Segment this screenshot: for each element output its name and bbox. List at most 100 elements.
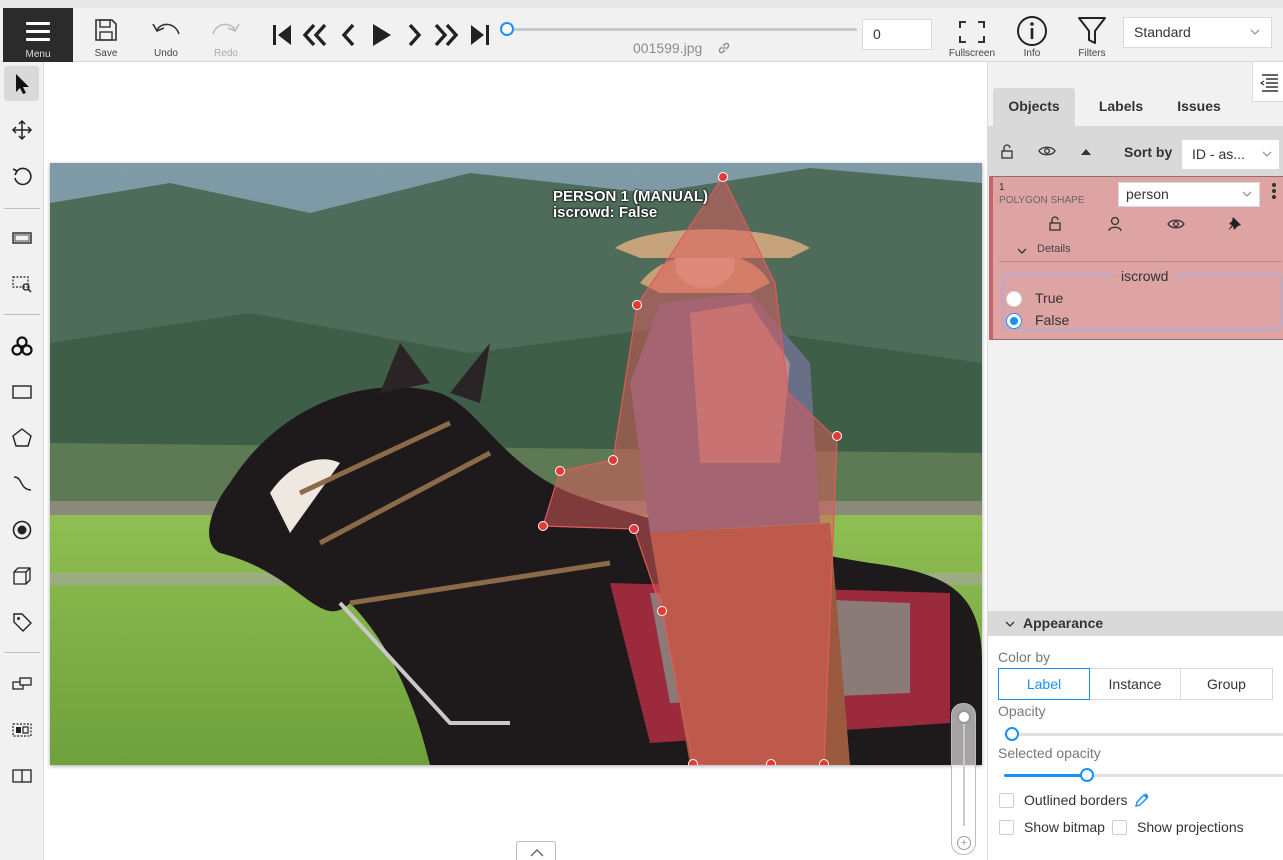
previous-step-icon[interactable] [302,22,328,48]
controls-sidebar [0,62,44,860]
workspace-value: Standard [1134,24,1191,40]
save-button[interactable]: Save [88,8,124,62]
bottom-panel-toggle[interactable] [516,841,556,860]
fit-image-icon [11,231,32,244]
last-frame-icon[interactable] [467,22,493,48]
user-icon[interactable] [1108,216,1122,232]
redo-label: Redo [214,48,238,59]
sort-by-select[interactable]: ID - as... [1181,139,1280,170]
rotate-tool[interactable] [4,159,39,194]
undo-button[interactable]: Undo [148,8,184,62]
details-toggle[interactable]: Details [1037,243,1071,255]
group-tool[interactable] [4,712,39,747]
menu-label: Menu [25,49,51,60]
zoom-slider[interactable]: + [951,703,976,855]
zoom-handle[interactable] [957,710,971,724]
chevron-down-icon [1005,621,1015,627]
tab-issues[interactable]: Issues [1163,88,1235,126]
frame-slider[interactable] [507,28,857,31]
select-region-tool[interactable] [4,266,39,301]
color-by-instance-button[interactable]: Instance [1089,668,1181,700]
lock-icon[interactable] [1048,216,1062,232]
menu-button[interactable]: Menu [3,8,73,62]
polyline-tool[interactable] [4,466,39,501]
zoom-in-icon[interactable]: + [957,836,971,850]
selected-opacity-fill [1004,774,1088,777]
save-icon [95,19,117,41]
show-bitmap-box[interactable] [999,820,1014,835]
split-tool[interactable] [4,758,39,793]
rectangle-tool[interactable] [4,374,39,409]
workspace-select[interactable]: Standard [1123,17,1272,48]
redo-button[interactable]: Redo [208,8,244,62]
filters-label: Filters [1078,48,1106,59]
polygon-tool[interactable] [4,420,39,455]
opencv-tool[interactable] [4,328,39,363]
move-tool[interactable] [4,112,39,147]
filters-button[interactable]: Filters [1073,8,1111,62]
eye-icon[interactable] [1038,144,1056,158]
chevron-up-icon [530,849,544,857]
cuboid-tool[interactable] [4,558,39,593]
chevron-down-icon[interactable] [1016,246,1028,256]
play-icon[interactable] [368,22,394,48]
color-by-group-button[interactable]: Group [1180,668,1273,700]
object-label-select[interactable]: person [1118,182,1260,207]
cursor-tool[interactable] [4,66,39,101]
color-by-label-button[interactable]: Label [998,668,1090,700]
link-icon[interactable] [717,41,731,55]
selected-opacity-slider-handle[interactable] [1080,768,1094,782]
info-button[interactable]: Info [1015,8,1049,62]
annotation-canvas[interactable]: PERSON 1 (MANUAL) iscrowd: False + [44,62,987,860]
color-picker-icon[interactable] [1134,792,1150,808]
radio-true[interactable] [1006,291,1022,307]
color-by-label: Color by [998,649,1051,665]
radio-false[interactable] [1006,313,1022,329]
points-tool[interactable] [4,512,39,547]
sort-by-value: ID - as... [1192,146,1245,162]
chevron-down-icon [1262,151,1272,157]
fullscreen-button[interactable]: Fullscreen [947,8,997,62]
redo-icon [212,23,240,35]
details-divider [999,261,1282,262]
shape-text-label: PERSON 1 (MANUAL) iscrowd: False [553,189,708,221]
tag-tool[interactable] [4,604,39,639]
collapse-sidebar-icon [1259,74,1278,92]
caret-up-icon[interactable] [1080,147,1092,157]
tab-objects[interactable]: Objects [993,88,1075,126]
rotate-icon [12,167,32,185]
next-step-icon[interactable] [433,22,459,48]
outlined-borders-box[interactable] [999,793,1014,808]
eye-icon[interactable] [1167,217,1185,231]
frame-image [50,163,982,765]
object-label-value: person [1126,186,1169,202]
opacity-slider[interactable] [1004,733,1283,736]
show-projections-box[interactable] [1112,820,1127,835]
top-strip [0,0,1283,8]
more-options-icon[interactable] [1269,181,1279,205]
merge-icon [11,676,32,690]
opacity-slider-handle[interactable] [1005,727,1019,741]
first-frame-icon[interactable] [269,22,295,48]
pin-icon[interactable] [1228,216,1242,232]
info-icon [1017,16,1047,46]
polyline-icon [13,475,31,491]
lock-all-icon[interactable] [1000,144,1014,160]
fit-image-tool[interactable] [4,220,39,255]
frame-slider-handle[interactable] [500,22,514,36]
frame-number-input[interactable]: 0 [862,19,932,50]
object-item-1[interactable]: 1 POLYGON SHAPE person Details iscrowd T… [989,176,1283,340]
merge-tool[interactable] [4,666,39,701]
show-projections-label: Show projections [1137,819,1244,835]
attribute-name: iscrowd [1115,268,1175,284]
next-frame-icon[interactable] [401,22,427,48]
move-icon [11,119,32,140]
rectangle-icon [11,384,32,399]
sidebar-collapse-button[interactable] [1252,62,1283,102]
previous-frame-icon[interactable] [336,22,362,48]
outlined-borders-label: Outlined borders [1024,792,1128,808]
appearance-header[interactable]: Appearance [988,611,1283,636]
tab-labels[interactable]: Labels [1081,88,1161,126]
undo-icon [152,23,180,35]
frame-filename: 001599.jpg [633,40,703,56]
